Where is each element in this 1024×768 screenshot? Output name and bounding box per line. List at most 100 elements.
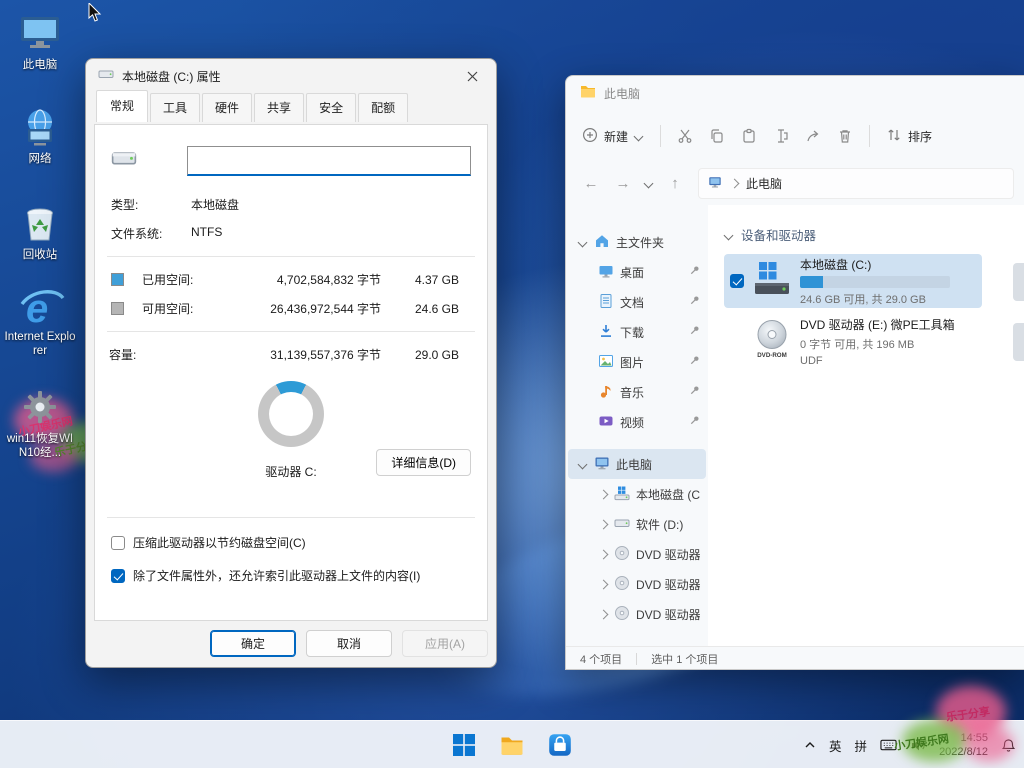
this-pc-icon [18, 12, 62, 54]
desktop-icon-recycle-bin[interactable]: 回收站 [2, 202, 78, 262]
selected-count: 选中 1 个项目 [651, 651, 718, 667]
explorer-status-bar: 4 个项目 选中 1 个项目 [566, 646, 1024, 670]
explorer-address-bar: ← → ↑ 此电脑 [566, 161, 1024, 205]
taskbar-file-explorer-button[interactable] [492, 725, 532, 765]
ok-button[interactable]: 确定 [210, 630, 296, 657]
compress-checkbox[interactable] [111, 536, 125, 550]
taskbar-tray: 英 拼 14:55 2022/8/12 [804, 721, 1016, 768]
chevron-down-icon [578, 459, 588, 469]
desktop-icon-label: Internet Explorer [4, 330, 76, 359]
pin-icon [689, 265, 700, 279]
explorer-body: 主文件夹 桌面 文档 下载 图片 [566, 205, 1024, 646]
tray-overflow-chevron[interactable] [804, 739, 816, 751]
free-space-size: 24.6 GB [381, 302, 459, 316]
internet-explorer-icon: e [18, 284, 62, 326]
recent-locations-chevron[interactable] [640, 168, 658, 198]
divider [107, 331, 475, 332]
sidebar-item-pictures[interactable]: 图片 [568, 347, 706, 377]
volume-label-input[interactable] [187, 146, 471, 176]
desktop-icon-win11-restore[interactable]: win11恢复WIN10经... [2, 386, 78, 461]
explorer-window-title: 此电脑 [604, 85, 640, 102]
dialog-button-row: 确定 取消 应用(A) [210, 630, 488, 657]
tab-tools[interactable]: 工具 [150, 93, 200, 122]
used-space-bytes: 4,702,584,832 字节 [220, 271, 381, 288]
close-button[interactable] [450, 61, 494, 91]
copy-button[interactable] [709, 128, 725, 144]
compress-option[interactable]: 压缩此驱动器以节约磁盘空间(C) [95, 526, 487, 559]
breadcrumb[interactable]: 此电脑 [698, 168, 1014, 199]
sidebar-item-desktop[interactable]: 桌面 [568, 257, 706, 287]
language-indicator-en[interactable]: 英 [829, 736, 842, 755]
cut-button[interactable] [677, 128, 693, 144]
apply-button: 应用(A) [402, 630, 488, 657]
touch-keyboard-icon[interactable] [880, 738, 897, 752]
forward-button[interactable]: → [608, 168, 638, 198]
sidebar-item-this-pc[interactable]: 此电脑 [568, 449, 706, 479]
tab-hardware[interactable]: 硬件 [202, 93, 252, 122]
sidebar-item-videos[interactable]: 视频 [568, 407, 706, 437]
sidebar-item-home[interactable]: 主文件夹 [568, 227, 706, 257]
sidebar-item-dvd-g[interactable]: DVD 驱动器 (G:) [568, 599, 706, 629]
desktop-folder-icon [598, 263, 614, 282]
sidebar-item-music[interactable]: 音乐 [568, 377, 706, 407]
recycle-bin-icon [18, 202, 62, 244]
sidebar-item-dvd-f[interactable]: DVD 驱动器 (F:) [568, 569, 706, 599]
sidebar-item-documents[interactable]: 文档 [568, 287, 706, 317]
delete-button[interactable] [837, 128, 853, 144]
home-icon [594, 233, 610, 252]
pin-icon [689, 415, 700, 429]
dialog-titlebar[interactable]: 本地磁盘 (C:) 属性 [86, 59, 496, 93]
desktop-icon-this-pc[interactable]: 此电脑 [2, 12, 78, 72]
desktop-icon-label: win11恢复WIN10经... [4, 432, 76, 461]
index-option[interactable]: 除了文件属性外，还允许索引此驱动器上文件的内容(I) [95, 559, 487, 592]
drive-tile-c[interactable]: 本地磁盘 (C:) 24.6 GB 可用, 共 29.0 GB [724, 254, 982, 308]
new-button[interactable]: 新建 [582, 127, 644, 146]
free-space-bytes: 26,436,972,544 字节 [220, 300, 381, 317]
index-checkbox[interactable] [111, 569, 125, 583]
explorer-titlebar[interactable]: 此电脑 [566, 76, 1024, 111]
chevron-up-icon [804, 739, 816, 751]
volume-icon[interactable] [910, 738, 926, 752]
clipped-drive-tile [1013, 263, 1024, 301]
windows-logo-icon [453, 734, 475, 756]
tab-quota[interactable]: 配额 [358, 93, 408, 122]
back-button[interactable]: ← [576, 168, 606, 198]
item-checkbox[interactable] [730, 274, 744, 288]
desktop-icon-network[interactable]: 网络 [2, 106, 78, 166]
up-button[interactable]: ↑ [660, 168, 690, 198]
details-button[interactable]: 详细信息(D) [376, 449, 471, 476]
paste-button[interactable] [741, 128, 757, 144]
drive-usage-bar [800, 276, 950, 288]
taskbar-clock[interactable]: 14:55 2022/8/12 [939, 731, 988, 760]
sidebar-item-dvd-e[interactable]: DVD 驱动器 (E:) [568, 539, 706, 569]
pin-icon [689, 325, 700, 339]
explorer-sidebar: 主文件夹 桌面 文档 下载 图片 [566, 205, 708, 646]
sidebar-item-local-disk-c[interactable]: 本地磁盘 (C:) [568, 479, 706, 509]
sort-button[interactable]: 排序 [886, 127, 932, 146]
devices-and-drives-header[interactable]: 设备和驱动器 [724, 225, 1024, 244]
drive-tile-e[interactable]: DVD-ROM DVD 驱动器 (E:) 微PE工具箱 0 字节 可用, 共 1… [724, 314, 982, 368]
tab-security[interactable]: 安全 [306, 93, 356, 122]
toolbar-divider [660, 125, 661, 147]
notification-bell-icon[interactable] [1001, 738, 1016, 753]
sidebar-item-downloads[interactable]: 下载 [568, 317, 706, 347]
free-space-swatch [111, 302, 124, 315]
tab-sharing[interactable]: 共享 [254, 93, 304, 122]
gear-icon [18, 386, 62, 428]
start-button[interactable] [444, 725, 484, 765]
breadcrumb-root[interactable]: 此电脑 [746, 175, 782, 192]
drive-filesystem: UDF [800, 355, 955, 367]
pictures-icon [598, 353, 614, 372]
sidebar-item-drive-d[interactable]: 软件 (D:) [568, 509, 706, 539]
desktop-icon-internet-explorer[interactable]: e Internet Explorer [2, 284, 78, 359]
rename-button[interactable] [773, 128, 789, 144]
share-button[interactable] [805, 128, 821, 144]
cancel-button[interactable]: 取消 [306, 630, 392, 657]
used-space-size: 4.37 GB [381, 273, 459, 287]
divider [107, 517, 475, 518]
tab-general[interactable]: 常规 [96, 90, 148, 122]
language-indicator-pinyin[interactable]: 拼 [855, 736, 868, 755]
taskbar-store-button[interactable] [540, 725, 580, 765]
drive-detail: 24.6 GB 可用, 共 29.0 GB [800, 291, 950, 307]
type-value: 本地磁盘 [191, 196, 239, 213]
